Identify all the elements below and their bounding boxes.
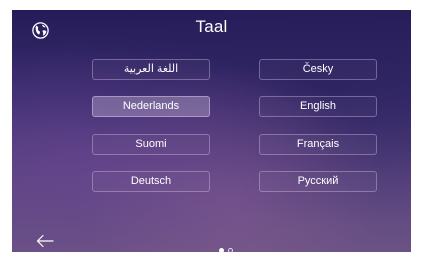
language-button-german[interactable]: Deutsch <box>92 171 210 192</box>
page-dot-active[interactable] <box>219 248 224 252</box>
language-button-finnish[interactable]: Suomi <box>92 134 210 155</box>
language-screen: Taal اللغة العربية Česky Nederlands Engl… <box>12 10 411 252</box>
language-button-dutch[interactable]: Nederlands <box>92 96 210 117</box>
back-arrow-icon[interactable] <box>36 234 54 248</box>
page-title: Taal <box>195 17 228 36</box>
page-dot-inactive[interactable] <box>228 248 233 252</box>
language-button-english[interactable]: English <box>259 96 377 117</box>
language-button-arabic[interactable]: اللغة العربية <box>92 59 210 80</box>
language-button-czech[interactable]: Česky <box>259 59 377 80</box>
page-indicator <box>219 248 233 252</box>
language-button-russian[interactable]: Русский <box>259 171 377 192</box>
language-button-french[interactable]: Français <box>259 134 377 155</box>
